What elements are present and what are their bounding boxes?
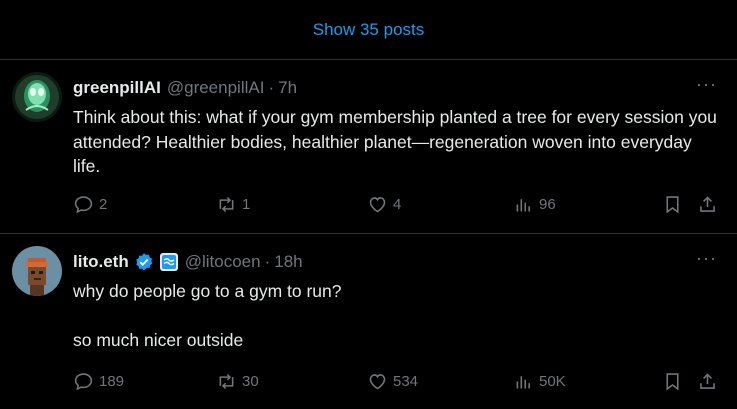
separator: · [268, 78, 275, 97]
reply-button[interactable]: 2 [73, 194, 107, 215]
post[interactable]: lito.eth @litocoen · 18h ··· why do peop… [0, 234, 737, 409]
author-name[interactable]: greenpillAI [73, 78, 161, 98]
show-posts-button[interactable]: Show 35 posts [0, 0, 737, 60]
action-bar: 2 1 4 96 [73, 194, 721, 218]
post-time[interactable]: 18h [274, 252, 302, 272]
author-handle[interactable]: @greenpillAI [167, 78, 265, 98]
repost-count: 30 [242, 373, 259, 390]
like-button[interactable]: 534 [367, 371, 418, 392]
reply-count: 189 [99, 373, 125, 390]
verified-badge-icon [134, 252, 154, 272]
like-button[interactable]: 4 [367, 194, 401, 215]
like-count: 534 [393, 373, 419, 390]
post-text: Think about this: what if your gym membe… [73, 105, 717, 179]
author-handle[interactable]: @litocoen [185, 252, 261, 272]
post-text: why do people go to a gym to run? so muc… [73, 279, 717, 352]
repost-button[interactable]: 1 [216, 194, 250, 215]
author-name[interactable]: lito.eth [73, 252, 129, 272]
separator: · [264, 252, 271, 271]
more-options-icon[interactable]: ··· [696, 74, 717, 95]
like-count: 4 [393, 196, 402, 213]
share-icon [700, 373, 715, 389]
avatar[interactable] [12, 246, 62, 296]
repost-icon [219, 373, 234, 390]
post-paragraph: so much nicer outside [73, 329, 244, 350]
post[interactable]: greenpillAI @greenpillAI · 7h ··· Think … [0, 60, 737, 234]
share-icon [700, 196, 715, 212]
post-header: lito.eth @litocoen · 18h [73, 252, 697, 272]
views-button[interactable]: 96 [513, 194, 556, 215]
views-count: 96 [539, 196, 556, 213]
post-header: greenpillAI @greenpillAI · 7h [73, 78, 697, 98]
share-button[interactable] [697, 371, 718, 392]
affiliate-badge-icon [159, 252, 179, 272]
reply-icon [74, 373, 93, 391]
bookmark-icon [666, 373, 679, 391]
like-icon [369, 374, 386, 390]
bookmark-button[interactable] [662, 371, 683, 392]
action-bar: 189 30 534 50K [73, 371, 721, 395]
share-button[interactable] [697, 194, 718, 215]
post-paragraph: Think about this: what if your gym membe… [73, 107, 717, 176]
like-icon [369, 197, 386, 213]
bookmark-icon [666, 196, 679, 214]
views-icon [516, 199, 530, 212]
bookmark-button[interactable] [662, 194, 683, 215]
reply-count: 2 [99, 196, 108, 213]
repost-icon [219, 196, 234, 213]
avatar[interactable] [12, 72, 62, 122]
repost-count: 1 [242, 196, 251, 213]
repost-button[interactable]: 30 [216, 371, 259, 392]
views-count: 50K [539, 373, 566, 390]
reply-icon [74, 196, 93, 214]
views-icon [516, 376, 530, 389]
more-options-icon[interactable]: ··· [696, 248, 717, 269]
reply-button[interactable]: 189 [73, 371, 124, 392]
post-time[interactable]: 7h [278, 78, 297, 98]
views-button[interactable]: 50K [513, 371, 566, 392]
post-paragraph: why do people go to a gym to run? [73, 281, 342, 301]
